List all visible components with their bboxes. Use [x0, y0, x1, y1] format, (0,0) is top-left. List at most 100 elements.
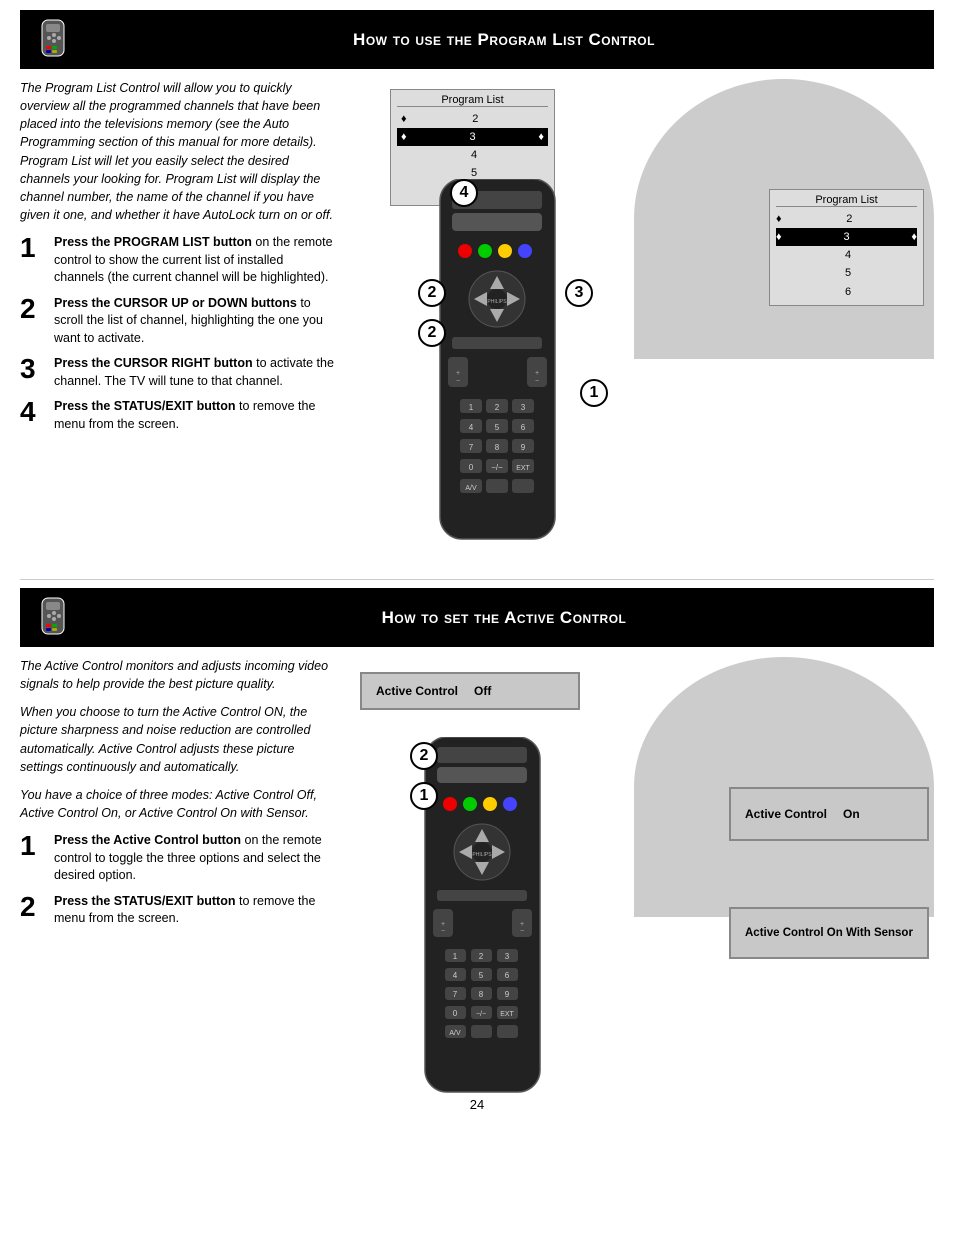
active-control-screen-off: Active Control Off: [360, 672, 580, 710]
ch-row-4-s2: 4: [776, 246, 917, 264]
svg-text:0: 0: [453, 1009, 458, 1018]
svg-text:EXT: EXT: [516, 465, 530, 472]
svg-text:−/−: −/−: [476, 1011, 486, 1018]
svg-text:+: +: [535, 370, 539, 377]
ch-row-3-s2-active: ♦3♦: [776, 228, 917, 246]
section1-right: Program List ♦2 ♦3♦ 4 5 6 Program List ♦…: [350, 79, 934, 559]
step-3-text: Press the CURSOR RIGHT button to activat…: [54, 355, 335, 390]
remote-icon-2: [32, 594, 76, 638]
step-2-text: Press the CURSOR UP or DOWN buttons to s…: [54, 295, 335, 348]
svg-text:5: 5: [495, 423, 500, 432]
svg-text:8: 8: [495, 443, 500, 452]
svg-text:EXT: EXT: [500, 1011, 514, 1018]
svg-text:3: 3: [505, 952, 510, 961]
svg-text:PHILIPS: PHILIPS: [472, 852, 492, 858]
step-2-bold: Press the CURSOR UP or DOWN buttons: [54, 296, 297, 310]
svg-text:+: +: [520, 921, 524, 928]
ac-step-2-number: 2: [20, 893, 48, 921]
section2-header: How to set the Active Control: [20, 588, 934, 647]
section1-title: How to use the Program List Control: [86, 30, 922, 50]
svg-text:6: 6: [521, 423, 526, 432]
section2-right: Active Control Off: [350, 657, 934, 1077]
step-3-bold: Press the CURSOR RIGHT button: [54, 356, 253, 370]
step-4-number: 4: [20, 398, 48, 426]
remote-svg-1: PHILIPS + + − −: [410, 179, 585, 549]
ac-diagram-step-1: 1: [410, 782, 438, 810]
step-4-bold: Press the STATUS/EXIT button: [54, 399, 236, 413]
svg-text:A/V: A/V: [465, 485, 477, 492]
program-list-screen-2: Program List ♦2 ♦3♦ 4 5 6: [769, 189, 924, 306]
ac-diagram-step-2: 2: [410, 742, 438, 770]
ac-off-label: Active Control: [376, 684, 458, 698]
step-3-number: 3: [20, 355, 48, 383]
ac-on-label: Active Control: [745, 807, 827, 821]
active-control-panel-sensor: Active Control On With Sensor: [729, 907, 929, 959]
svg-text:3: 3: [521, 403, 526, 412]
svg-text:−: −: [441, 928, 445, 935]
step-1-number: 1: [20, 234, 48, 262]
step-2-number: 2: [20, 295, 48, 323]
diagram-step-1: 1: [580, 379, 608, 407]
ac-step-1-text: Press the Active Control button on the r…: [54, 832, 335, 885]
section1-icon-area: [32, 16, 76, 63]
screen1-title: Program List: [397, 94, 548, 107]
section1-left: The Program List Control will allow you …: [20, 79, 340, 559]
page-container: How to use the Program List Control The …: [0, 0, 954, 1122]
svg-text:6: 6: [505, 971, 510, 980]
svg-text:7: 7: [453, 990, 458, 999]
section1-header: How to use the Program List Control: [20, 10, 934, 69]
step-2: 2 Press the CURSOR UP or DOWN buttons to…: [20, 295, 335, 348]
svg-text:−: −: [535, 378, 539, 385]
ac-step-1-bold: Press the Active Control button: [54, 833, 241, 847]
ch-row-6-s2: 6: [776, 283, 917, 301]
svg-text:−/−: −/−: [491, 463, 503, 472]
svg-text:1: 1: [453, 952, 458, 961]
step-4: 4 Press the STATUS/EXIT button to remove…: [20, 398, 335, 433]
step-4-text: Press the STATUS/EXIT button to remove t…: [54, 398, 335, 433]
ch-row-2-s1: ♦2: [397, 110, 548, 128]
svg-text:−: −: [456, 378, 460, 385]
ac-on-value: On: [843, 807, 860, 821]
section1-intro: The Program List Control will allow you …: [20, 79, 335, 224]
diagram-step-4: 4: [450, 179, 478, 207]
ac-sensor-label: Active Control On With Sensor: [745, 927, 913, 939]
section2: How to set the Active Control The Active…: [20, 588, 934, 1077]
svg-text:7: 7: [469, 443, 474, 452]
svg-text:4: 4: [453, 971, 458, 980]
svg-text:A/V: A/V: [449, 1030, 461, 1037]
step-1: 1 Press the PROGRAM LIST button on the r…: [20, 234, 335, 287]
section1: How to use the Program List Control The …: [20, 10, 934, 559]
diagram-step-3: 3: [565, 279, 593, 307]
ac-step-1-number: 1: [20, 832, 48, 860]
svg-text:4: 4: [469, 423, 474, 432]
section2-steps: 1 Press the Active Control button on the…: [20, 832, 335, 928]
step-1-text: Press the PROGRAM LIST button on the rem…: [54, 234, 335, 287]
ac-step-2: 2 Press the STATUS/EXIT button to remove…: [20, 893, 335, 928]
svg-text:2: 2: [479, 952, 484, 961]
ch-row-4-s1: 4: [397, 146, 548, 164]
ch-row-5-s2: 5: [776, 264, 917, 282]
section1-content: The Program List Control will allow you …: [20, 79, 934, 559]
ac-step-1: 1 Press the Active Control button on the…: [20, 832, 335, 885]
section2-content: The Active Control monitors and adjusts …: [20, 657, 934, 1077]
svg-text:2: 2: [495, 403, 500, 412]
ac-step-2-bold: Press the STATUS/EXIT button: [54, 894, 236, 908]
diagram-step-2b: 2: [418, 319, 446, 347]
section1-steps: 1 Press the PROGRAM LIST button on the r…: [20, 234, 335, 433]
section2-intro-1: The Active Control monitors and adjusts …: [20, 657, 335, 693]
svg-text:+: +: [456, 370, 460, 377]
section-divider: [20, 579, 934, 580]
active-control-panel-on: Active Control On: [729, 787, 929, 841]
step-1-bold: Press the PROGRAM LIST button: [54, 235, 252, 249]
remote-diagram-1: PHILIPS + + − −: [410, 179, 585, 552]
ch-row-3-s1-active: ♦3♦: [397, 128, 548, 146]
ac-off-value: Off: [474, 684, 491, 698]
section2-intro-2: When you choose to turn the Active Contr…: [20, 703, 335, 776]
svg-text:−: −: [520, 928, 524, 935]
svg-text:+: +: [441, 921, 445, 928]
remote-icon-1: [32, 16, 76, 60]
screen2-title: Program List: [776, 194, 917, 207]
section2-left: The Active Control monitors and adjusts …: [20, 657, 340, 1077]
svg-text:PHILIPS: PHILIPS: [487, 299, 507, 305]
svg-text:8: 8: [479, 990, 484, 999]
